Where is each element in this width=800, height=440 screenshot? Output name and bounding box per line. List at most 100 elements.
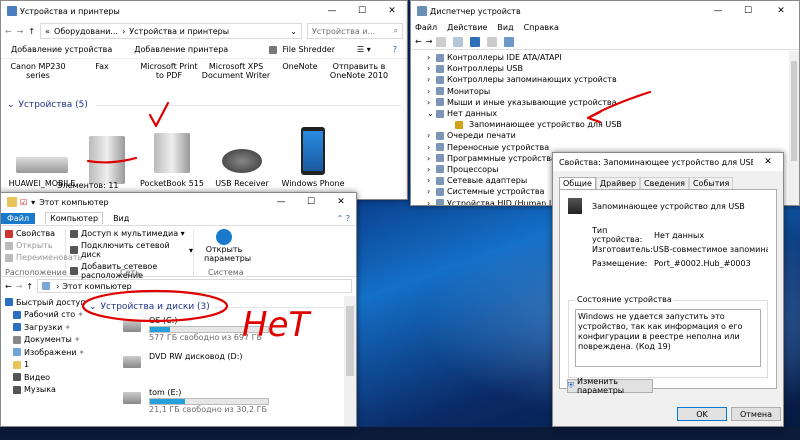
expand-icon[interactable]: › [427,154,436,163]
forward-icon[interactable]: → [426,37,433,46]
scrollbar[interactable] [344,296,356,426]
cancel-button[interactable]: Отмена [731,407,781,421]
menu-action[interactable]: Действие [447,23,487,32]
device-item[interactable]: USB Receiver [207,149,277,188]
nav-item[interactable]: Музыка [5,384,85,397]
expand-icon[interactable]: › [427,131,436,140]
expand-icon[interactable]: › [427,199,436,205]
scrollbar[interactable] [789,51,799,205]
minimize-button[interactable]: — [266,193,296,212]
maximize-button[interactable]: ☐ [733,1,763,21]
tree-node[interactable]: › Очереди печати [427,130,799,141]
tree-node[interactable]: › Переносные устройства [427,142,799,153]
forward-icon[interactable]: → [17,27,24,36]
expand-icon[interactable]: › [427,87,436,96]
menu-file[interactable]: Файл [415,23,437,32]
view-options-icon[interactable]: ☰ ▾ [357,45,371,54]
tree-node[interactable]: › Контроллеры IDE ATA/ATAPI [427,52,799,63]
menu-help[interactable]: Справка [524,23,559,32]
tree-node[interactable]: › Мыши и иные указывающие устройства [427,97,799,108]
change-settings-button[interactable]: ⛨ Изменить параметры [567,377,653,395]
path-segment[interactable]: Этот компьютер [62,282,131,291]
printer-item[interactable]: Microsoft XPS Document Writer [201,62,271,80]
section-header[interactable]: ⌄ Устройства и диски (3) [89,300,345,314]
expand-icon[interactable]: › [427,53,436,62]
nav-item[interactable]: Видео [5,371,85,384]
up-icon[interactable]: ↑ [26,282,33,291]
scan-icon[interactable] [504,36,515,47]
tab-events[interactable]: События [688,177,734,189]
close-button[interactable]: ✕ [326,193,356,212]
path-box[interactable]: «Оборудовани... › Устройства и принтеры ⌄ [40,23,302,39]
nav-item[interactable]: Загрузки ✦ [5,321,85,334]
close-button[interactable]: ✕ [377,1,407,21]
up-icon[interactable]: ↑ [28,27,35,36]
maximize-button[interactable]: ☐ [296,193,326,212]
expand-icon[interactable]: › [427,98,436,107]
path-segment[interactable]: Устройства и принтеры [129,27,229,36]
nav-item[interactable]: Быстрый доступ [5,296,85,309]
open-button[interactable]: Открыть [16,241,53,250]
menu-view[interactable]: Вид [497,23,513,32]
drive-item[interactable]: DVD RW дисковод (D:) [89,350,345,386]
expand-icon[interactable]: › [427,143,436,152]
path-box[interactable]: › Этот компьютер [37,279,352,293]
printer-item[interactable]: Microsoft Print to PDF [137,62,201,80]
nav-item[interactable]: Изображени ✦ [5,346,85,359]
expand-icon[interactable]: › [427,165,436,174]
qat-icon[interactable]: ☑ [20,198,27,207]
printer-item[interactable]: Canon MP230 series [9,62,67,80]
add-printer-button[interactable]: Добавление принтера [134,45,228,54]
qat-icon[interactable]: ▾ [31,198,35,207]
toolbar-icon[interactable] [487,36,498,47]
tree-node[interactable]: ⌄ Нет данных [427,108,799,119]
maximize-button[interactable]: ☐ [347,1,377,21]
tree-node[interactable]: › Контроллеры USB [427,63,799,74]
ok-button[interactable]: OK [677,407,727,421]
nav-item[interactable]: 1 [5,359,85,372]
shredder-button[interactable]: File Shredder [283,45,335,54]
drive-item[interactable]: OS (C:) 577 ГБ свободно из 697 ГБ [89,314,345,350]
help-icon[interactable]: ? [393,45,397,54]
expand-icon[interactable]: ⌄ [427,109,436,118]
device-item[interactable]: PocketBook 515 [137,133,207,188]
expand-icon[interactable]: › [427,176,436,185]
settings-button[interactable]: Открыть параметры [204,245,251,263]
back-icon[interactable]: ← [5,27,12,36]
tab-computer[interactable]: Компьютер [45,212,104,224]
close-button[interactable]: ✕ [753,153,783,172]
tab-file[interactable]: Файл [1,212,36,224]
forward-icon[interactable]: → [16,282,23,291]
printer-item[interactable]: OneNote [271,62,329,71]
group-header[interactable]: ⌄ Устройства (5) [1,97,407,113]
tree-node[interactable]: › Мониторы [427,86,799,97]
tab-general[interactable]: Общие [559,177,596,189]
tab-view[interactable]: Вид [113,214,129,223]
path-segment[interactable]: Оборудовани... [54,27,118,36]
expand-icon[interactable]: › [427,64,436,73]
search-input[interactable]: Устройства и... [312,27,394,36]
media-button[interactable]: Доступ к мультимедиа [81,229,178,238]
search-box[interactable]: Устройства и... ⌕ [307,23,403,39]
help-icon[interactable]: ⌃ ? [337,214,351,223]
device-item[interactable]: Windows Phone [277,127,349,188]
expand-icon[interactable]: › [427,75,436,84]
toolbar-icon[interactable] [453,36,464,47]
expand-icon[interactable]: › [427,187,436,196]
minimize-button[interactable]: — [703,1,733,21]
toolbar-icon[interactable] [436,36,447,47]
netdrive-button[interactable]: Подключить сетевой диск [81,241,186,259]
add-device-button[interactable]: Добавление устройства [11,45,112,54]
properties-button[interactable]: Свойства [16,229,55,238]
tree-node[interactable]: › Контроллеры запоминающих устройств [427,74,799,85]
printer-item[interactable]: Отправить в OneNote 2010 [329,62,389,80]
tab-driver[interactable]: Драйвер [595,177,641,189]
back-icon[interactable]: ← [415,37,422,46]
nav-item[interactable]: Рабочий сто ✦ [5,309,85,322]
minimize-button[interactable]: — [317,1,347,21]
help-icon[interactable] [470,36,481,47]
tab-details[interactable]: Сведения [640,177,689,189]
back-icon[interactable]: ← [5,282,12,291]
close-button[interactable]: ✕ [763,1,799,21]
tree-node[interactable]: Запоминающее устройство для USB [427,119,799,130]
